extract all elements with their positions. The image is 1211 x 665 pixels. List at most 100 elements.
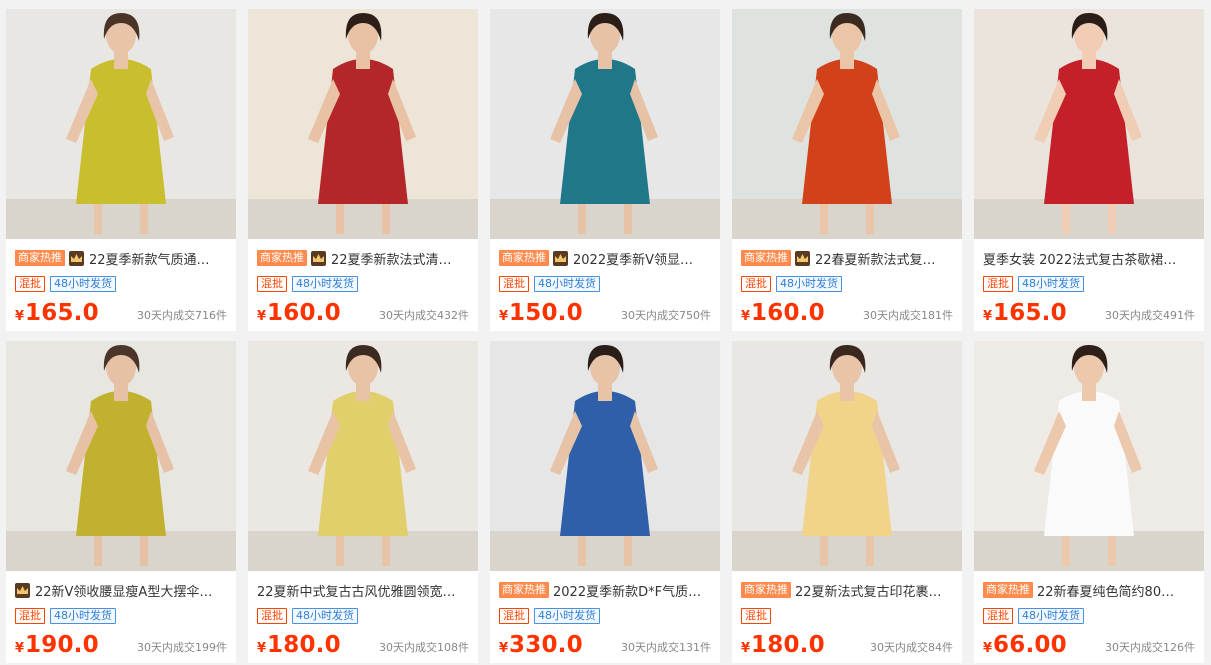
currency-symbol: ¥ [499, 309, 509, 324]
product-image[interactable] [248, 9, 478, 239]
product-title-row: 商家热推 22新春夏纯色简约80… [983, 581, 1196, 599]
currency-symbol: ¥ [983, 641, 993, 656]
price-row: ¥160.0 30天内成交432件 [257, 300, 469, 328]
crown-icon [553, 250, 568, 266]
shipping-badge: 48小时发货 [1018, 608, 1084, 624]
price-value: 330.0 [509, 632, 583, 658]
merchant-hot-tag: 商家热推 [257, 250, 307, 266]
currency-symbol: ¥ [15, 309, 25, 324]
merchant-hot-tag: 商家热推 [741, 582, 791, 598]
mixed-batch-badge: 混批 [15, 276, 45, 292]
product-title-row: 商家热推 22夏季新款法式清… [257, 249, 470, 267]
product-title[interactable]: 22春夏新款法式复… [815, 249, 954, 268]
mixed-batch-badge: 混批 [257, 608, 287, 624]
currency-symbol: ¥ [741, 309, 751, 324]
product-card[interactable]: 22新V领收腰显瘦A型大摆伞… 混批 48小时发货 ¥190.0 30天内成交199件 [6, 341, 236, 663]
product-badges: 混批 48小时发货 [257, 608, 358, 626]
product-title[interactable]: 22新V领收腰显瘦A型大摆伞… [35, 581, 228, 600]
price-value: 165.0 [25, 300, 99, 326]
product-title-row: 夏季女装 2022法式复古茶歇裙… [983, 249, 1196, 268]
shipping-badge: 48小时发货 [534, 608, 600, 624]
product-image[interactable] [732, 9, 962, 239]
product-title-row: 22新V领收腰显瘦A型大摆伞… [15, 581, 228, 599]
price-value: 150.0 [509, 300, 583, 326]
product-badges: 混批 [741, 608, 771, 626]
product-image[interactable] [490, 9, 720, 239]
product-card[interactable]: 商家热推 22夏新法式复古印花裹… 混批 ¥180.0 30天内成交84件 [732, 341, 962, 663]
product-title-row: 商家热推 22春夏新款法式复… [741, 249, 954, 267]
product-card[interactable]: 商家热推 22春夏新款法式复… 混批 48小时发货 ¥160.0 30天内成交181件 [732, 9, 962, 331]
sales-count: 30天内成交750件 [621, 309, 711, 322]
crown-icon [311, 250, 326, 266]
product-badges: 混批 48小时发货 [257, 276, 358, 294]
mixed-batch-badge: 混批 [983, 276, 1013, 292]
product-price: ¥180.0 [741, 632, 825, 658]
product-card[interactable]: 商家热推 22夏季新款气质通… 混批 48小时发货 ¥165.0 30天内成交716件 [6, 9, 236, 331]
product-image[interactable] [6, 341, 236, 571]
merchant-hot-tag: 商家热推 [499, 250, 549, 266]
product-image[interactable] [248, 341, 478, 571]
price-row: ¥180.0 30天内成交108件 [257, 632, 469, 660]
product-price: ¥190.0 [15, 632, 99, 658]
product-grid: 商家热推 22夏季新款气质通… 混批 48小时发货 ¥165.0 30天内成交716件 商家… [0, 0, 1211, 665]
product-title-row: 商家热推 2022夏季新款D*F气质… [499, 581, 712, 599]
sales-count: 30天内成交491件 [1105, 309, 1195, 322]
price-row: ¥150.0 30天内成交750件 [499, 300, 711, 328]
product-title[interactable]: 22夏新中式复古古风优雅圆领宽… [257, 581, 470, 600]
product-price: ¥160.0 [741, 300, 825, 326]
price-value: 160.0 [267, 300, 341, 326]
product-card[interactable]: 商家热推 22夏季新款法式清… 混批 48小时发货 ¥160.0 30天内成交432件 [248, 9, 478, 331]
sales-count: 30天内成交126件 [1105, 641, 1195, 654]
mixed-batch-badge: 混批 [983, 608, 1013, 624]
product-title[interactable]: 2022夏季新V领显… [573, 249, 712, 268]
product-card[interactable]: 商家热推 2022夏季新V领显… 混批 48小时发货 ¥150.0 30天内成交750件 [490, 9, 720, 331]
mixed-batch-badge: 混批 [257, 276, 287, 292]
currency-symbol: ¥ [257, 309, 267, 324]
product-badges: 混批 48小时发货 [499, 608, 600, 626]
product-card[interactable]: 夏季女装 2022法式复古茶歇裙… 混批 48小时发货 ¥165.0 30天内成交491… [974, 9, 1204, 331]
sales-count: 30天内成交108件 [379, 641, 469, 654]
price-row: ¥66.00 30天内成交126件 [983, 632, 1195, 660]
shipping-badge: 48小时发货 [50, 608, 116, 624]
product-image[interactable] [6, 9, 236, 239]
product-title[interactable]: 22新春夏纯色简约80… [1037, 581, 1196, 600]
price-row: ¥190.0 30天内成交199件 [15, 632, 227, 660]
price-row: ¥330.0 30天内成交131件 [499, 632, 711, 660]
price-value: 160.0 [751, 300, 825, 326]
product-title[interactable]: 夏季女装 2022法式复古茶歇裙… [983, 249, 1196, 268]
product-title[interactable]: 22夏季新款气质通… [89, 249, 228, 268]
price-row: ¥165.0 30天内成交716件 [15, 300, 227, 328]
product-badges: 混批 48小时发货 [15, 276, 116, 294]
product-card[interactable]: 22夏新中式复古古风优雅圆领宽… 混批 48小时发货 ¥180.0 30天内成交108件 [248, 341, 478, 663]
product-card[interactable]: 商家热推 22新春夏纯色简约80… 混批 48小时发货 ¥66.00 30天内成交126件 [974, 341, 1204, 663]
product-title-row: 商家热推 2022夏季新V领显… [499, 249, 712, 267]
merchant-hot-tag: 商家热推 [15, 250, 65, 266]
merchant-hot-tag: 商家热推 [741, 250, 791, 266]
product-price: ¥66.00 [983, 632, 1067, 658]
product-image[interactable] [732, 341, 962, 571]
shipping-badge: 48小时发货 [534, 276, 600, 292]
product-title[interactable]: 22夏季新款法式清… [331, 249, 470, 268]
sales-count: 30天内成交199件 [137, 641, 227, 654]
product-price: ¥180.0 [257, 632, 341, 658]
product-title-row: 22夏新中式复古古风优雅圆领宽… [257, 581, 470, 600]
product-image[interactable] [490, 341, 720, 571]
price-value: 190.0 [25, 632, 99, 658]
product-title-row: 商家热推 22夏季新款气质通… [15, 249, 228, 267]
product-price: ¥330.0 [499, 632, 583, 658]
product-title[interactable]: 22夏新法式复古印花裹… [795, 581, 954, 600]
product-card[interactable]: 商家热推 2022夏季新款D*F气质… 混批 48小时发货 ¥330.0 30天内成交13… [490, 341, 720, 663]
mixed-batch-badge: 混批 [741, 276, 771, 292]
sales-count: 30天内成交716件 [137, 309, 227, 322]
mixed-batch-badge: 混批 [15, 608, 45, 624]
product-title[interactable]: 2022夏季新款D*F气质… [553, 581, 712, 600]
product-price: ¥150.0 [499, 300, 583, 326]
price-row: ¥180.0 30天内成交84件 [741, 632, 953, 660]
shipping-badge: 48小时发货 [292, 608, 358, 624]
mixed-batch-badge: 混批 [741, 608, 771, 624]
mixed-batch-badge: 混批 [499, 276, 529, 292]
product-badges: 混批 48小时发货 [983, 276, 1084, 294]
product-image[interactable] [974, 341, 1204, 571]
product-image[interactable] [974, 9, 1204, 239]
price-row: ¥165.0 30天内成交491件 [983, 300, 1195, 328]
